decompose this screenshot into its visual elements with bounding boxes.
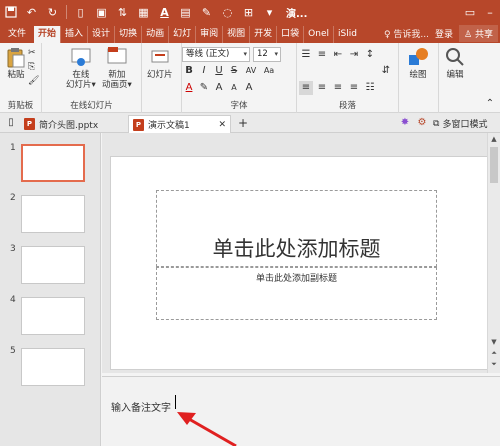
annotation-arrow-icon [177, 412, 237, 446]
